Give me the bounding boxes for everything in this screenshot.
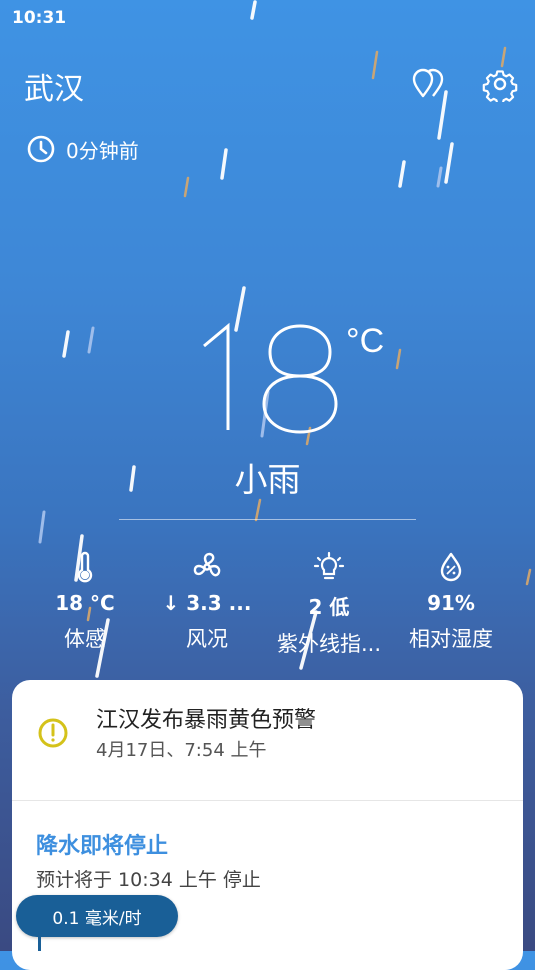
feels-like-label: 体感 (64, 627, 106, 651)
alert-time: 4月17日、7:54 上午 (96, 740, 267, 761)
uv-index-label: 紫外线指... (276, 632, 382, 656)
metric-humidity[interactable]: 91% 相对湿度 (390, 547, 512, 658)
city-name[interactable]: 武汉 (24, 64, 84, 108)
wind-label: 风况 (186, 627, 228, 651)
weather-alert[interactable]: 江汉发布暴雨黄色预警 4月17日、7:54 上午 (12, 680, 523, 800)
card-divider (12, 800, 523, 801)
gear-icon[interactable] (482, 66, 518, 105)
thermometer-icon (77, 551, 93, 583)
metric-feels-like[interactable]: 18 °C 体感 (24, 547, 146, 658)
humidity-value: 91% (427, 591, 475, 615)
updated-text: 0分钟前 (66, 138, 139, 163)
precipitation-subtitle: 预计将于 10:34 上午 停止 (36, 869, 261, 891)
uv-index-value: 2 低 (308, 595, 350, 619)
temperature-unit: °C (346, 322, 385, 360)
last-updated: 0分钟前 (26, 134, 139, 164)
location-pins-icon[interactable] (410, 66, 446, 102)
alert-title: 江汉发布暴雨黄色预警 (96, 708, 317, 733)
warning-circle-icon (38, 718, 68, 748)
temperature-value: 18 (196, 296, 216, 300)
metrics-row: 18 °C 体感 ↓ 3.3 ... 风况 2 低 紫外线指... 91% 相对… (24, 547, 524, 658)
humidity-drop-icon (440, 552, 462, 582)
metric-wind[interactable]: ↓ 3.3 ... 风况 (146, 547, 268, 658)
status-bar-time: 10:31 (12, 8, 67, 28)
wind-value: ↓ 3.3 ... (162, 591, 252, 615)
metric-uv-index[interactable]: 2 低 紫外线指... (268, 547, 390, 658)
precipitation-marker (38, 937, 41, 951)
temperature-display: 18 (196, 296, 338, 434)
precipitation-title: 降水即将停止 (36, 834, 169, 859)
precipitation-rate-badge: 0.1 毫米/时 (16, 895, 178, 937)
weather-condition: 小雨 (234, 460, 301, 499)
feels-like-value: 18 °C (55, 591, 115, 615)
wind-fan-icon (193, 552, 221, 577)
divider (119, 519, 416, 520)
lightbulb-icon (313, 551, 345, 580)
humidity-label: 相对湿度 (409, 627, 493, 651)
clock-icon (27, 135, 55, 163)
